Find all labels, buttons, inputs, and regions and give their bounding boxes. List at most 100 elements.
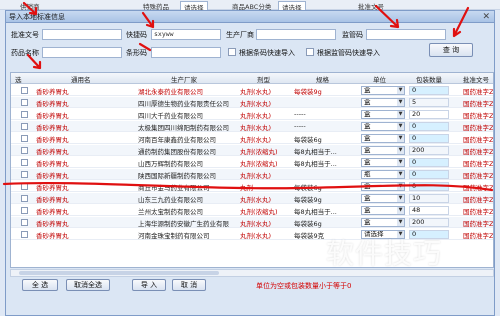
col-spec-header[interactable]: 规格 bbox=[316, 74, 329, 84]
manufacturer-input[interactable] bbox=[256, 29, 336, 40]
unit-value: 盒 bbox=[364, 146, 371, 154]
close-icon[interactable]: ✕ bbox=[482, 12, 490, 22]
chevron-down-icon[interactable]: ▼ bbox=[397, 207, 404, 214]
chevron-down-icon[interactable]: ▼ bbox=[397, 219, 404, 226]
query-button[interactable]: 查 询 bbox=[429, 43, 473, 57]
unit-select[interactable]: 盒 ▼ bbox=[361, 158, 405, 167]
table-row[interactable]: 香砂养胃丸湖北永泰药业有限公司丸剂(水丸)每袋装9g盒▼0国药准字Z4 bbox=[11, 85, 493, 96]
chevron-down-icon[interactable]: ▼ bbox=[397, 171, 404, 178]
chevron-down-icon[interactable]: ▼ bbox=[397, 195, 404, 202]
chevron-down-icon[interactable]: ▼ bbox=[397, 183, 404, 190]
row-checkbox[interactable] bbox=[21, 195, 28, 202]
unit-select[interactable]: 盒 ▼ bbox=[361, 194, 405, 203]
chevron-down-icon[interactable]: ▼ bbox=[397, 147, 404, 154]
cancel-button[interactable]: 取 消 bbox=[172, 279, 206, 291]
chevron-down-icon[interactable]: ▼ bbox=[397, 111, 404, 118]
col-generic-name-header[interactable]: 通用名 bbox=[71, 74, 91, 84]
table-row[interactable]: 香砂养胃丸太极集团四川绵阳制药有限公司丸剂(水丸)-----盒▼0国药准字Z5 bbox=[11, 121, 494, 132]
chevron-down-icon[interactable]: ▼ bbox=[397, 99, 404, 106]
package-qty-input[interactable]: 5 bbox=[409, 98, 449, 107]
package-qty-input[interactable]: 200 bbox=[409, 146, 449, 155]
unit-select[interactable]: 盒 ▼ bbox=[361, 134, 405, 143]
col-manufacturer-header[interactable]: 生产厂家 bbox=[171, 74, 197, 84]
scrollbar-thumb[interactable] bbox=[19, 271, 219, 275]
package-qty-input[interactable]: 0 bbox=[409, 170, 449, 179]
regulatory-import-label: 根据监管码快速导入 bbox=[317, 49, 380, 57]
table-row[interactable]: 香砂养胃丸 兰州太宝制药有限公司 丸剂(浓缩丸) 每8丸相当于... 盒 ▼ 48 国药准字Z… bbox=[11, 205, 494, 216]
package-qty-input[interactable]: 0 bbox=[409, 86, 449, 95]
package-qty-input[interactable]: 10 bbox=[409, 194, 449, 203]
unit-select[interactable]: 盒 ▼ bbox=[361, 218, 405, 227]
unit-select[interactable]: 盒 ▼ bbox=[361, 98, 405, 107]
approval-no-cell: 国药准字Z5 bbox=[463, 124, 494, 132]
generic-name-cell: 香砂养胃丸 bbox=[36, 124, 69, 132]
unit-select[interactable]: 盒 ▼ bbox=[361, 122, 405, 131]
unit-select[interactable]: 盒 ▼ bbox=[361, 86, 405, 95]
watermark: 软件技巧 bbox=[326, 237, 443, 270]
unit-value: 盒 bbox=[364, 218, 371, 226]
row-checkbox[interactable] bbox=[21, 183, 28, 190]
row-checkbox[interactable] bbox=[21, 147, 28, 154]
approval-no-input[interactable] bbox=[42, 29, 122, 40]
row-checkbox[interactable] bbox=[21, 123, 28, 130]
table-row[interactable]: 香砂养胃丸商丘市金马药业有限公司丸剂每袋装6g盒▼0国药准字Z4 bbox=[11, 181, 493, 192]
package-qty-input[interactable]: 0 bbox=[409, 182, 449, 191]
chevron-down-icon[interactable]: ▼ bbox=[397, 123, 404, 130]
manufacturer-cell: 四川大千药业有限公司 bbox=[138, 112, 203, 120]
col-unit-header[interactable]: 单位 bbox=[373, 74, 386, 84]
table-row[interactable]: 香砂养胃丸四川厚德生物药业有限责任公司丸剂(水丸)盒▼5国药准字Z5 bbox=[11, 97, 493, 108]
package-qty-input[interactable]: 48 bbox=[409, 206, 449, 215]
row-checkbox[interactable] bbox=[21, 111, 28, 118]
barcode-import-checkbox[interactable] bbox=[228, 48, 236, 56]
manufacturer-cell: 上海华源制药安徽广生药业有限 bbox=[138, 220, 229, 228]
row-checkbox[interactable] bbox=[21, 219, 28, 226]
dialog-titlebar: 导入本地标准信息 bbox=[6, 11, 494, 23]
col-approval-no-header[interactable]: 批准文号 bbox=[463, 74, 489, 84]
unit-select[interactable]: 盒 ▼ bbox=[361, 182, 405, 191]
table-row[interactable]: 香砂养胃丸山东三九药业有限公司丸剂(水丸)每袋装9g盒▼10国药准字Z3 bbox=[11, 193, 493, 204]
regulatory-code-label: 监管码 bbox=[342, 31, 363, 39]
drug-name-input[interactable] bbox=[42, 47, 122, 58]
deselect-all-button[interactable]: 取消全选 bbox=[66, 279, 110, 291]
chevron-down-icon[interactable]: ▼ bbox=[397, 135, 404, 142]
approval-no-cell: 国药准字Z6 bbox=[463, 208, 494, 216]
table-row[interactable]: 香砂养胃丸山西万辉制药有限公司丸剂(浓缩丸)每8丸相当于...盒▼0国药准字Z1 bbox=[11, 157, 493, 168]
package-qty-input[interactable]: 200 bbox=[409, 218, 449, 227]
col-package-qty-header[interactable]: 包装数量 bbox=[416, 74, 442, 84]
table-row[interactable]: 香砂养胃丸陕西国际新疆制药有限公司丸剂(水丸)瓶▼0国药准字Z6 bbox=[11, 169, 493, 180]
unit-select[interactable]: 盒 ▼ bbox=[361, 110, 405, 119]
col-dosage-form-header[interactable]: 剂型 bbox=[257, 74, 270, 84]
chevron-down-icon[interactable]: ▼ bbox=[397, 159, 404, 166]
row-checkbox[interactable] bbox=[21, 231, 28, 238]
regulatory-code-input[interactable] bbox=[366, 29, 446, 40]
row-checkbox[interactable] bbox=[21, 87, 28, 94]
regulatory-import-checkbox[interactable] bbox=[306, 48, 314, 56]
row-checkbox[interactable] bbox=[21, 207, 28, 214]
unit-select[interactable]: 盒 ▼ bbox=[361, 206, 405, 215]
select-all-button[interactable]: 全 选 bbox=[22, 279, 58, 291]
spec-cell: 每8丸相当于... bbox=[294, 160, 337, 168]
package-qty-input[interactable]: 0 bbox=[409, 134, 449, 143]
unit-select[interactable]: 盒 ▼ bbox=[361, 146, 405, 155]
table-row[interactable]: 香砂养胃丸四川大千药业有限公司丸剂(水丸)-----盒▼20国药准字Z5 bbox=[11, 109, 493, 120]
quick-code-input[interactable]: sxyww bbox=[151, 29, 221, 40]
manufacturer-label: 生产厂商 bbox=[226, 31, 254, 39]
table-row[interactable]: 香砂养胃丸 通药制药集团股份有限公司 丸剂(浓缩丸) 每8丸相当于... 盒 ▼ 200 国药… bbox=[11, 145, 493, 156]
package-qty-input[interactable]: 20 bbox=[409, 110, 449, 119]
col-select-header[interactable]: 选 bbox=[15, 74, 22, 84]
import-button[interactable]: 导 入 bbox=[132, 279, 166, 291]
approval-no-cell: 国药准字Z3 bbox=[463, 220, 494, 228]
unit-select[interactable]: 瓶 ▼ bbox=[361, 170, 405, 179]
package-qty-input[interactable]: 0 bbox=[409, 122, 449, 131]
row-checkbox[interactable] bbox=[21, 159, 28, 166]
bar-code-input[interactable] bbox=[151, 47, 221, 58]
row-checkbox[interactable] bbox=[21, 135, 28, 142]
chevron-down-icon[interactable]: ▼ bbox=[397, 87, 404, 94]
row-checkbox[interactable] bbox=[21, 171, 28, 178]
package-qty-input[interactable]: 0 bbox=[409, 158, 449, 167]
table-row[interactable]: 香砂养胃丸 上海华源制药安徽广生药业有限 丸剂(水丸) 每袋装6g 盒 ▼ 200 国药准字Z… bbox=[11, 217, 494, 228]
table-row[interactable]: 香砂养胃丸河南百年康鑫药业有限公司丸剂(水丸)每袋装6g盒▼0国药准字Z4 bbox=[11, 133, 493, 144]
generic-name-cell: 香砂养胃丸 bbox=[36, 196, 69, 204]
row-checkbox[interactable] bbox=[21, 99, 28, 106]
generic-name-cell: 香砂养胃丸 bbox=[36, 172, 69, 180]
